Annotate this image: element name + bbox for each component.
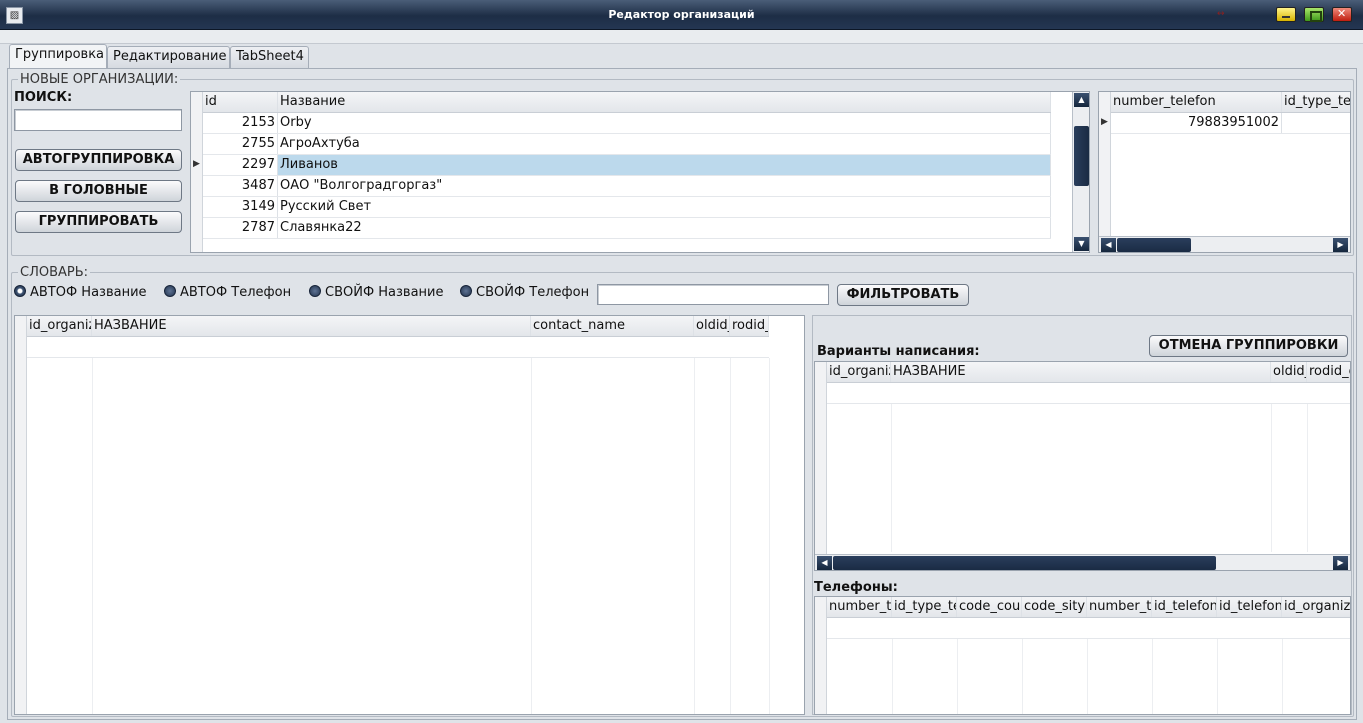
table-row[interactable]: 3487 ОАО "Волгоградгоргаз" — [203, 176, 1051, 197]
col-header-code-sity[interactable]: code_sity — [1022, 597, 1087, 617]
phone-grid-header: number_telefon id_type_tel — [1111, 92, 1350, 113]
col-header-id-type-tel[interactable]: id_type_tel — [1282, 92, 1350, 112]
scroll-thumb[interactable] — [1117, 238, 1191, 252]
dictionary-grid[interactable]: id_organiz НАЗВАНИЕ contact_name oldid_ … — [14, 315, 805, 715]
scroll-up-icon[interactable]: ▲ — [1074, 93, 1089, 107]
table-row[interactable] — [27, 337, 769, 358]
table-row[interactable]: 79883951002 — [1111, 113, 1350, 134]
minimize-button[interactable] — [1276, 7, 1296, 22]
table-row[interactable]: 2755 АгроАхтуба — [203, 134, 1051, 155]
dictionary-grid-header: id_organiz НАЗВАНИЕ contact_name oldid_ … — [27, 316, 769, 337]
row-pointer-icon: ▶ — [1101, 117, 1108, 127]
col-header-id[interactable]: id — [203, 92, 278, 112]
menu-bar — [0, 30, 1363, 44]
radio-own-name[interactable]: СВОЙФ Название — [309, 285, 444, 300]
phone-grid[interactable]: number_telefon id_type_tel 79883951002 ▶… — [1098, 91, 1351, 253]
col-header-rodid[interactable]: rodid_o — [1307, 362, 1350, 382]
search-label: ПОИСК: — [14, 90, 73, 105]
table-row[interactable]: 2153 Orby — [203, 113, 1051, 134]
col-header-oldid[interactable]: oldid_ — [694, 316, 730, 336]
col-header-number-te[interactable]: number_te — [827, 597, 892, 617]
search-input[interactable] — [14, 109, 182, 131]
grid-body: 2153 Orby 2755 АгроАхтуба 2297 Ливанов 3487… — [203, 113, 1051, 239]
col-header-nazvanie[interactable]: НАЗВАНИЕ — [891, 362, 1271, 382]
dictionary-grid-body — [27, 337, 769, 358]
maximize-button[interactable] — [1304, 7, 1324, 22]
col-header-id-telefon-2[interactable]: id_telefon_ — [1217, 597, 1282, 617]
col-header-oldid[interactable]: oldid_ — [1271, 362, 1307, 382]
table-row[interactable] — [827, 383, 1350, 404]
radio-own-phone[interactable]: СВОЙФ Телефон — [460, 285, 589, 300]
scroll-thumb[interactable] — [1074, 126, 1089, 186]
grid-header: id Название — [203, 92, 1051, 113]
tab-grouping[interactable]: Группировка — [9, 44, 107, 69]
new-orgs-vscrollbar[interactable]: ▲ ▼ — [1072, 92, 1089, 252]
radio-auto-phone[interactable]: АВТОФ Телефон — [164, 285, 291, 300]
phones-label: Телефоны: — [814, 580, 898, 595]
filter-button[interactable]: ФИЛЬТРОВАТЬ — [837, 284, 969, 306]
close-button[interactable] — [1332, 7, 1352, 22]
col-header-id-type-te[interactable]: id_type_te — [892, 597, 957, 617]
scroll-left-icon[interactable]: ◀ — [817, 556, 832, 570]
dictionary-legend: СЛОВАРЬ: — [20, 265, 89, 280]
scroll-right-icon[interactable]: ▶ — [1333, 238, 1348, 252]
radio-unchecked-icon — [460, 285, 472, 297]
scroll-right-icon[interactable]: ▶ — [1333, 556, 1348, 570]
variants-hscrollbar[interactable]: ◀ ▶ — [815, 554, 1350, 570]
col-header-id-organiz[interactable]: id_organiz — [27, 316, 92, 336]
col-header-contact-name[interactable]: contact_name — [531, 316, 694, 336]
window-title: Редактор организаций — [608, 8, 755, 21]
table-row[interactable]: 2787 Славянка22 — [203, 218, 1051, 239]
tab-editing[interactable]: Редактирование — [107, 46, 230, 68]
variants-label: Варианты написания: — [817, 344, 980, 359]
row-pointer-icon: ▶ — [193, 159, 200, 169]
col-header-number-te-2[interactable]: number_te — [1087, 597, 1152, 617]
phone-grid-hscrollbar[interactable]: ◀ ▶ — [1099, 236, 1350, 252]
radio-auto-name[interactable]: АВТОФ Название — [14, 285, 147, 300]
table-row[interactable] — [827, 618, 1350, 639]
variants-grid[interactable]: id_organiz НАЗВАНИЕ oldid_ rodid_o ◀ ▶ — [814, 361, 1351, 571]
new-orgs-legend: НОВЫЕ ОРГАНИЗАЦИИ: — [20, 72, 179, 87]
col-header-code-cou[interactable]: code_cou — [957, 597, 1022, 617]
filter-input[interactable] — [597, 284, 829, 305]
scroll-down-icon[interactable]: ▼ — [1074, 237, 1089, 251]
col-header-id-telefon[interactable]: id_telefon_ — [1152, 597, 1217, 617]
phone-grid-body: 79883951002 — [1111, 113, 1350, 134]
scroll-left-icon[interactable]: ◀ — [1101, 238, 1116, 252]
title-bar: ▨ Редактор организаций ↔ — [0, 0, 1363, 30]
tab-tabsheet4[interactable]: TabSheet4 — [230, 46, 309, 68]
phones-grid[interactable]: number_te id_type_te code_cou code_sity … — [814, 596, 1351, 715]
autogroup-button[interactable]: АВТОГРУППИРОВКА — [15, 149, 182, 171]
table-row[interactable]: 3149 Русский Свет — [203, 197, 1051, 218]
phones-grid-body — [827, 618, 1350, 639]
col-header-name[interactable]: Название — [278, 92, 1051, 112]
radio-unchecked-icon — [164, 285, 176, 297]
group-button[interactable]: ГРУППИРОВАТЬ — [15, 211, 182, 233]
col-header-rodid[interactable]: rodid_ — [730, 316, 769, 336]
scroll-thumb[interactable] — [833, 556, 1216, 570]
radio-checked-icon — [14, 285, 26, 297]
table-row-selected[interactable]: 2297 Ливанов — [203, 155, 1051, 176]
cancel-grouping-button[interactable]: ОТМЕНА ГРУППИРОВКИ — [1149, 335, 1348, 357]
col-header-number-telefon[interactable]: number_telefon — [1111, 92, 1282, 112]
radio-unchecked-icon — [309, 285, 321, 297]
resize-arrows-icon: ↔ — [1217, 9, 1225, 19]
phones-grid-header: number_te id_type_te code_cou code_sity … — [827, 597, 1350, 618]
variants-grid-header: id_organiz НАЗВАНИЕ oldid_ rodid_o — [827, 362, 1350, 383]
col-header-nazvanie[interactable]: НАЗВАНИЕ — [92, 316, 531, 336]
to-head-button[interactable]: В ГОЛОВНЫЕ — [15, 180, 182, 202]
new-orgs-grid[interactable]: id Название 2153 Orby 2755 АгроАхтуба 2297… — [190, 91, 1090, 253]
variants-grid-body — [827, 383, 1350, 404]
col-header-id-organiz[interactable]: id_organiz — [1282, 597, 1350, 617]
col-header-id-organiz[interactable]: id_organiz — [827, 362, 891, 382]
